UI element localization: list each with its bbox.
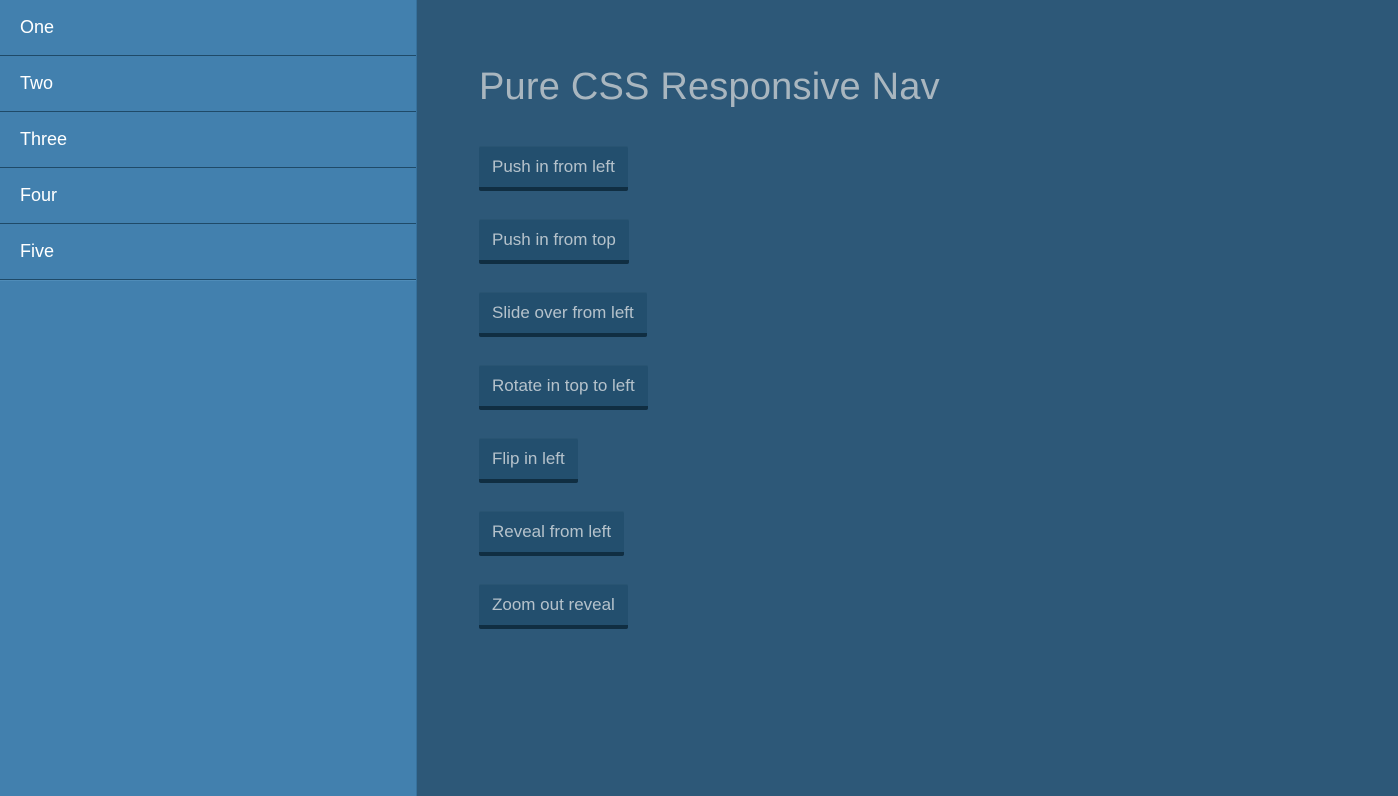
sidebar-item-label[interactable]: Five (0, 224, 416, 279)
push-in-from-top-button[interactable]: Push in from top (479, 219, 629, 264)
sidebar-item-label[interactable]: Three (0, 112, 416, 167)
main-content: Pure CSS Responsive Nav Push in from lef… (418, 0, 1398, 796)
slide-over-from-left-button[interactable]: Slide over from left (479, 292, 647, 337)
sidebar-item-five[interactable]: Five (0, 224, 416, 281)
sidebar-item-label[interactable]: Four (0, 168, 416, 223)
sidebar-item-list: One Two Three Four Five (0, 0, 416, 281)
sidebar-item-two[interactable]: Two (0, 56, 416, 113)
flip-in-left-button[interactable]: Flip in left (479, 438, 578, 483)
sidebar-item-one[interactable]: One (0, 0, 416, 57)
rotate-in-top-to-left-button[interactable]: Rotate in top to left (479, 365, 648, 410)
page-title: Pure CSS Responsive Nav (479, 66, 940, 108)
page-root: One Two Three Four Five Pure CSS Respons… (0, 0, 1398, 796)
sidebar-nav: One Two Three Four Five (0, 0, 417, 796)
push-in-from-left-button[interactable]: Push in from left (479, 146, 628, 191)
reveal-from-left-button[interactable]: Reveal from left (479, 511, 625, 556)
sidebar-item-four[interactable]: Four (0, 168, 416, 225)
zoom-out-reveal-button[interactable]: Zoom out reveal (479, 584, 628, 629)
sidebar-item-label[interactable]: One (0, 0, 416, 55)
sidebar-item-three[interactable]: Three (0, 112, 416, 169)
demo-button-list: Push in from left Push in from top Slide… (479, 146, 648, 629)
sidebar-item-label[interactable]: Two (0, 56, 416, 111)
